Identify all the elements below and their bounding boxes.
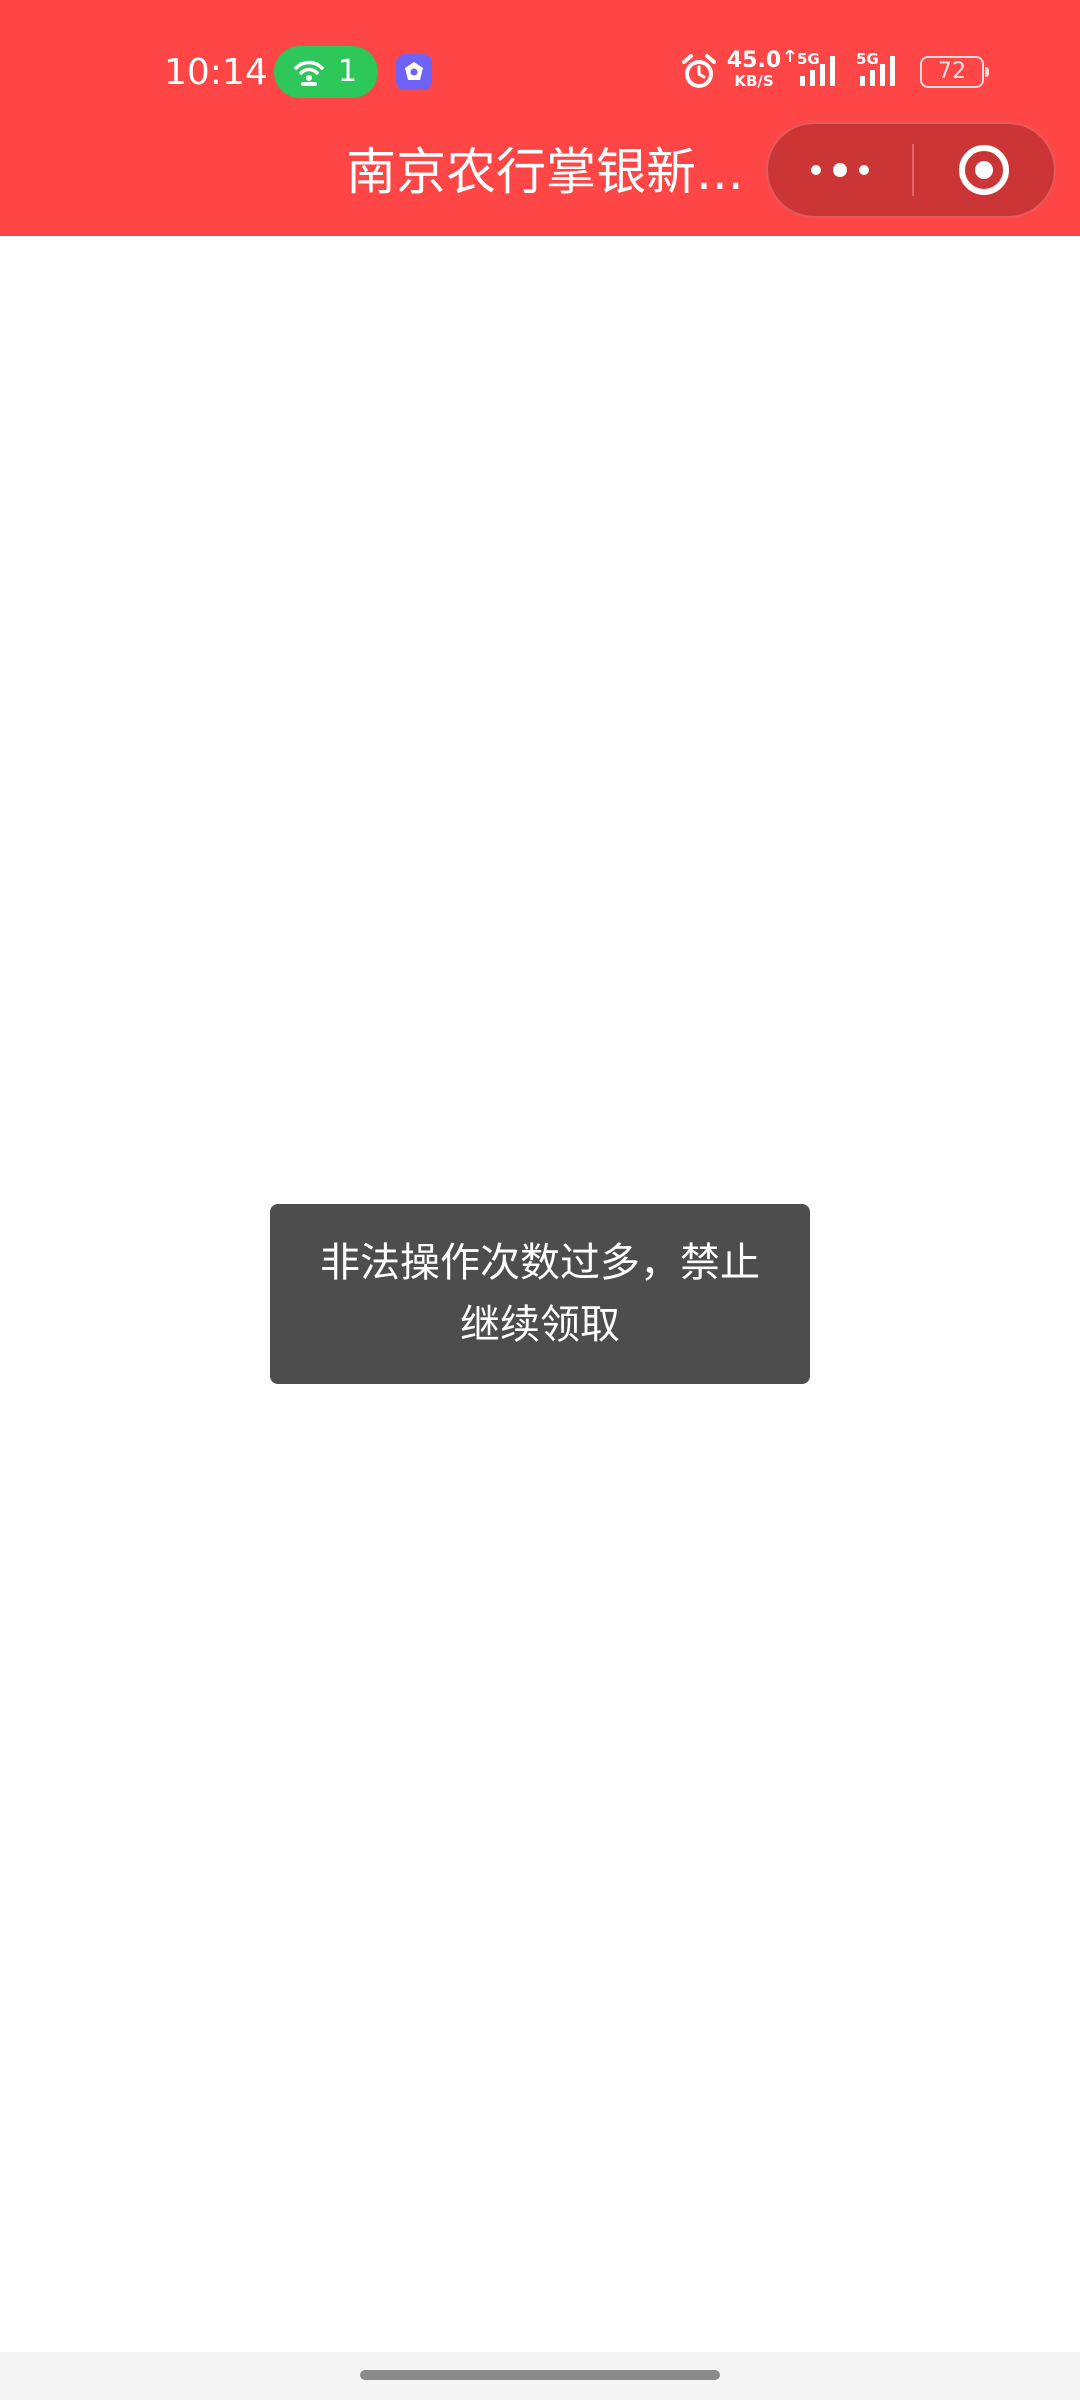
status-time: 10:14 bbox=[164, 52, 268, 93]
net-speed: 45.0 KB/S bbox=[724, 48, 784, 91]
alarm-icon bbox=[682, 54, 716, 88]
toast-message: 非法操作次数过多，禁止继续领取 bbox=[270, 1204, 810, 1384]
mini-program-capsule bbox=[766, 122, 1056, 218]
toast-text: 非法操作次数过多，禁止继续领取 bbox=[320, 1240, 760, 1348]
signal-icon: 5G bbox=[856, 50, 895, 86]
page-title: 南京农行掌银新... bbox=[346, 143, 744, 201]
hotspot-icon bbox=[294, 60, 324, 86]
more-button[interactable] bbox=[768, 124, 912, 216]
battery-level: 72 bbox=[938, 59, 966, 84]
header: 10:14 1 45.0 KB/S 5G 5G 72 南京农行掌银新... bbox=[0, 0, 1080, 236]
signal-2-label: 5G bbox=[856, 50, 879, 68]
status-bar: 10:14 1 45.0 KB/S 5G 5G 72 bbox=[0, 0, 1080, 140]
hotspot-count: 1 bbox=[338, 54, 358, 89]
close-button[interactable] bbox=[914, 124, 1054, 216]
battery-icon: 72 bbox=[920, 56, 989, 88]
app-notification-icon bbox=[396, 54, 432, 90]
net-speed-unit: KB/S bbox=[734, 72, 774, 90]
home-indicator[interactable] bbox=[360, 2370, 720, 2380]
gesture-bar bbox=[0, 2352, 1080, 2400]
net-speed-value: 45.0 bbox=[726, 48, 782, 73]
signal-icon: 5G bbox=[785, 50, 835, 86]
signal-1-label: 5G bbox=[797, 50, 820, 68]
target-close-icon bbox=[959, 145, 1009, 195]
more-dots-icon bbox=[811, 163, 869, 177]
hotspot-indicator[interactable]: 1 bbox=[274, 46, 378, 98]
